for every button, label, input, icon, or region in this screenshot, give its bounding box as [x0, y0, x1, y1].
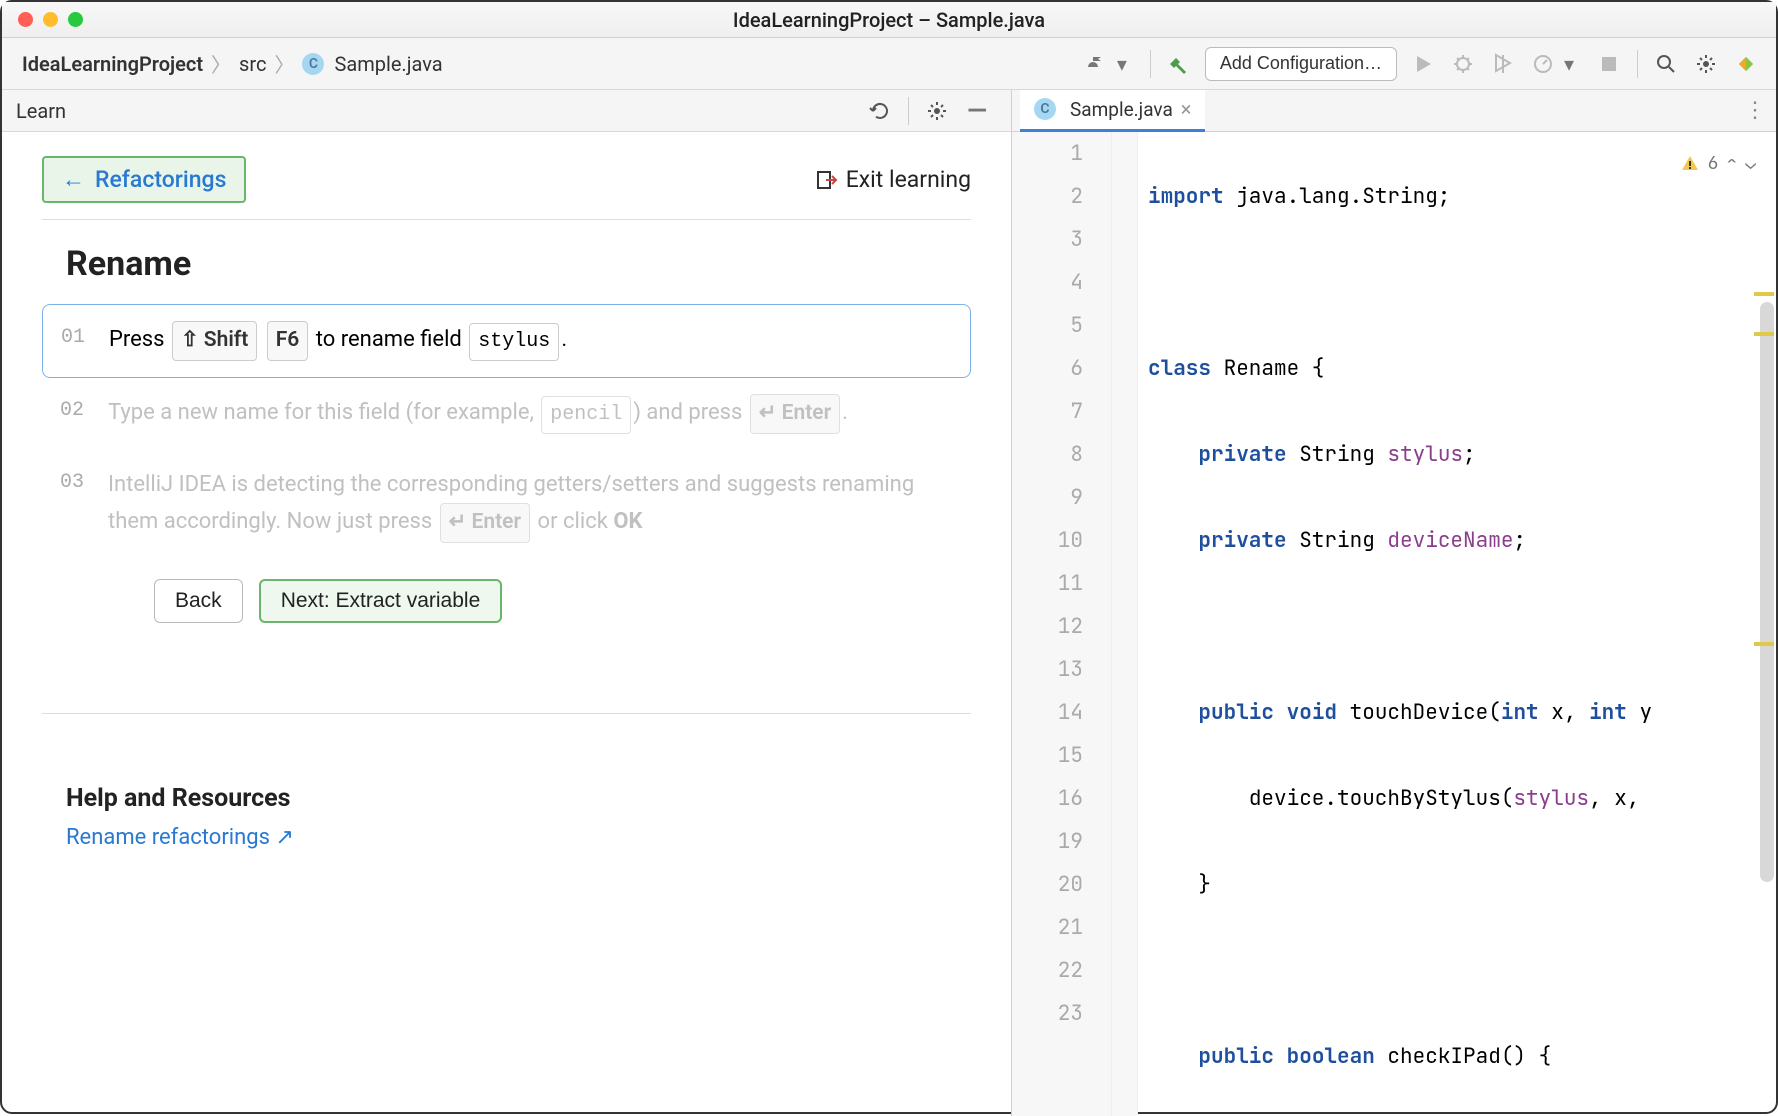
exit-icon	[814, 168, 838, 192]
lesson-title: Rename	[2, 220, 1011, 304]
step-text: IntelliJ IDEA is detecting the correspon…	[108, 466, 953, 543]
window-title: IdeaLearningProject – Sample.java	[2, 8, 1776, 32]
code-chip: pencil	[541, 396, 631, 434]
lesson-step-2: 02 Type a new name for this field (for e…	[42, 378, 971, 450]
error-stripe-marker[interactable]	[1754, 332, 1774, 336]
step-text: Press ⇧ Shift F6 to rename field stylus.	[109, 321, 567, 361]
help-heading: Help and Resources	[66, 784, 971, 813]
chevron-up-icon[interactable]: ⌃	[1726, 142, 1737, 185]
close-tab-icon[interactable]: ×	[1181, 97, 1192, 121]
jetbrains-icon[interactable]	[1732, 50, 1760, 78]
keyboard-key: ↵ Enter	[440, 503, 530, 543]
search-icon[interactable]	[1652, 50, 1680, 78]
vcs-icon[interactable]	[1082, 50, 1110, 78]
chevron-right-icon: 〉	[211, 49, 231, 78]
breadcrumb-project[interactable]: IdeaLearningProject	[22, 52, 203, 76]
step-text: Type a new name for this field (for exam…	[108, 394, 848, 434]
zoom-window-button[interactable]	[68, 12, 83, 27]
back-label: Refactorings	[95, 166, 226, 193]
fold-gutter	[1112, 132, 1138, 1116]
step-number: 03	[60, 466, 92, 543]
class-file-icon: C	[1034, 98, 1056, 120]
coverage-icon[interactable]	[1489, 50, 1517, 78]
editor-tab-bar: C Sample.java × ⋮	[1012, 90, 1776, 132]
warning-count: 6	[1708, 142, 1719, 185]
add-configuration-button[interactable]: Add Configuration…	[1205, 47, 1397, 81]
main-toolbar: IdeaLearningProject 〉 src 〉 C Sample.jav…	[2, 38, 1776, 90]
learn-panel-header: Learn —	[2, 90, 1011, 132]
code-editor[interactable]: 123456789101112131415161920212223 import…	[1012, 132, 1776, 1116]
divider	[1150, 50, 1151, 78]
editor-scrollbar[interactable]	[1760, 182, 1774, 1106]
step-number: 01	[61, 321, 93, 361]
line-number-gutter: 123456789101112131415161920212223	[1012, 132, 1112, 1116]
breadcrumb-file[interactable]: Sample.java	[334, 52, 442, 76]
divider	[1637, 50, 1638, 78]
inspection-widget[interactable]: 6 ⌃ ⌄	[1680, 142, 1756, 185]
arrow-left-icon: ←	[62, 166, 85, 193]
run-icon[interactable]	[1409, 50, 1437, 78]
profile-icon[interactable]	[1529, 50, 1557, 78]
build-icon[interactable]	[1165, 50, 1193, 78]
divider	[908, 97, 909, 125]
learn-panel-title: Learn	[16, 99, 66, 123]
stop-icon[interactable]	[1595, 50, 1623, 78]
back-to-module-button[interactable]: ← Refactorings	[42, 156, 246, 203]
chevron-down-icon[interactable]: ▾	[1108, 50, 1136, 78]
lesson-step-1: 01 Press ⇧ Shift F6 to rename field styl…	[42, 304, 971, 378]
learn-tool-window: Learn — ← Refactorings Ex	[2, 90, 1012, 1116]
exit-learning-button[interactable]: Exit learning	[814, 166, 971, 193]
next-lesson-button[interactable]: Next: Extract variable	[259, 579, 503, 623]
editor-panel: C Sample.java × ⋮ 1234567891011121314151…	[1012, 90, 1776, 1116]
breadcrumb: IdeaLearningProject 〉 src 〉 C Sample.jav…	[22, 49, 443, 78]
keyboard-key: ⇧ Shift	[172, 321, 257, 361]
settings-icon[interactable]	[1692, 50, 1720, 78]
code-chip: stylus	[469, 323, 559, 361]
breadcrumb-folder[interactable]: src	[239, 52, 266, 76]
back-button[interactable]: Back	[154, 579, 243, 623]
minimize-window-button[interactable]	[43, 12, 58, 27]
code-content[interactable]: import java.lang.String; class Rename { …	[1138, 132, 1665, 1116]
editor-tab[interactable]: C Sample.java ×	[1020, 90, 1205, 132]
keyboard-key: F6	[267, 321, 309, 361]
tab-label: Sample.java	[1070, 98, 1173, 121]
close-window-button[interactable]	[18, 12, 33, 27]
warning-icon	[1680, 154, 1700, 174]
more-icon[interactable]: ⋮	[1744, 98, 1766, 123]
error-stripe-marker[interactable]	[1754, 292, 1774, 296]
gear-icon[interactable]	[923, 97, 951, 125]
title-bar: IdeaLearningProject – Sample.java	[2, 2, 1776, 38]
chevron-down-icon[interactable]: ▾	[1555, 50, 1583, 78]
step-number: 02	[60, 394, 92, 434]
help-link[interactable]: Rename refactorings ↗	[66, 813, 971, 850]
debug-icon[interactable]	[1449, 50, 1477, 78]
scrollbar-thumb[interactable]	[1760, 302, 1774, 882]
chevron-down-icon[interactable]: ⌄	[1745, 142, 1756, 185]
exit-label: Exit learning	[846, 166, 971, 193]
error-stripe-marker[interactable]	[1754, 642, 1774, 646]
lesson-step-3: 03 IntelliJ IDEA is detecting the corres…	[42, 450, 971, 559]
chevron-right-icon: 〉	[274, 49, 294, 78]
class-file-icon: C	[302, 53, 324, 75]
keyboard-key: ↵ Enter	[750, 394, 840, 434]
restart-icon[interactable]	[866, 97, 894, 125]
minimize-panel-icon[interactable]: —	[963, 97, 991, 125]
